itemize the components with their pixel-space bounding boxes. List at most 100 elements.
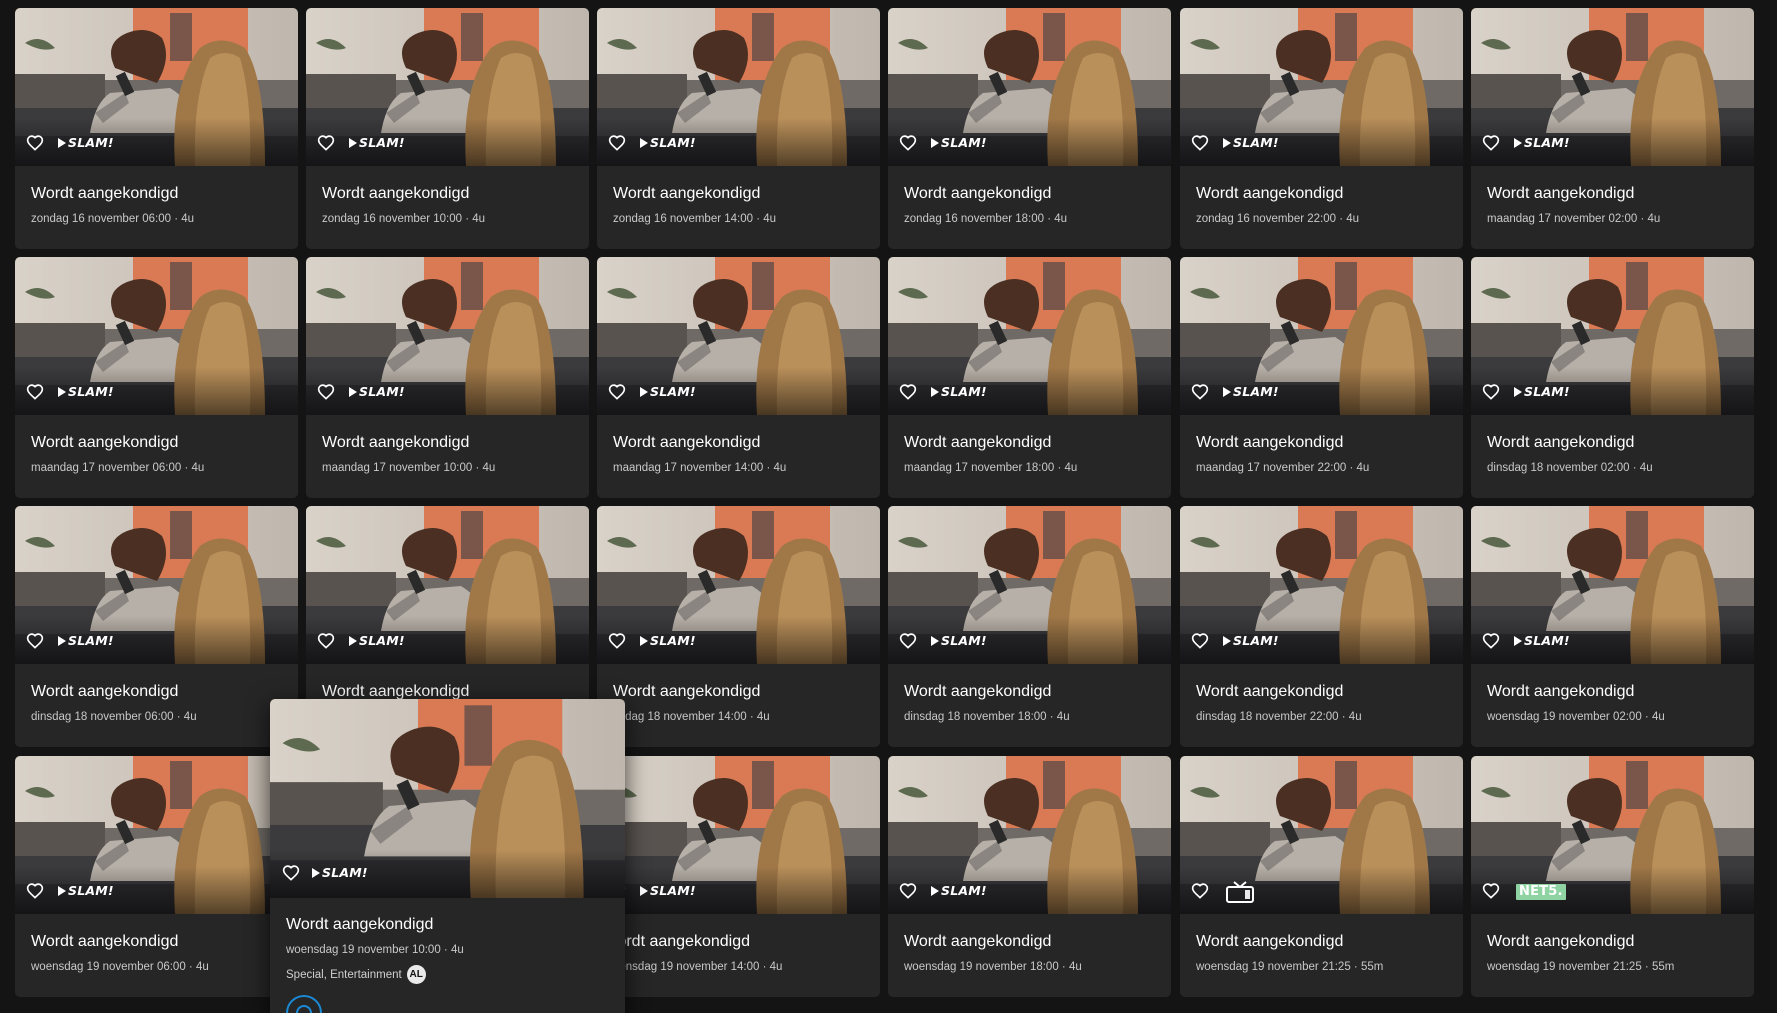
program-thumbnail: SLAM! — [15, 756, 298, 914]
channel-logo-slam: SLAM! — [1223, 384, 1279, 400]
program-datetime: woensdag 19 november 18:00 · 4u — [904, 961, 1082, 973]
program-title: Wordt aangekondigd — [904, 185, 1052, 202]
play-triangle-icon — [931, 886, 939, 896]
channel-logo-slam: SLAM! — [931, 135, 987, 151]
program-card[interactable]: Wordt aangekondigd woensdag 19 november … — [1180, 756, 1463, 997]
program-thumbnail: SLAM! — [597, 756, 880, 914]
program-thumbnail: SLAM! — [597, 257, 880, 415]
program-title: Wordt aangekondigd — [322, 434, 470, 451]
program-card[interactable]: SLAM! Wordt aangekondigd maandag 17 nove… — [597, 257, 880, 498]
program-card[interactable]: SLAM! Wordt aangekondigd dinsdag 18 nove… — [15, 506, 298, 747]
channel-logo-slam: SLAM! — [349, 135, 405, 151]
program-card[interactable]: SLAM! /ordt aangekondigd oensdag 19 nove… — [597, 756, 880, 997]
program-title: Wordt aangekondigd — [904, 933, 1052, 950]
program-datetime: zondag 16 november 10:00 · 4u — [322, 213, 486, 225]
program-card[interactable]: SLAM! Wordt aangekondigd maandag 17 nove… — [888, 257, 1171, 498]
play-triangle-icon — [1514, 387, 1522, 397]
program-thumbnail: SLAM! — [1180, 257, 1463, 415]
program-card[interactable]: SLAM! Wordt aangekondigd woensdag 19 nov… — [1471, 506, 1754, 747]
favorite-heart-icon[interactable] — [26, 882, 44, 899]
favorite-heart-icon[interactable] — [1482, 383, 1500, 400]
program-datetime: zondag 16 november 22:00 · 4u — [1196, 213, 1360, 225]
program-datetime: maandag 17 november 22:00 · 4u — [1196, 462, 1370, 474]
program-title: Wordt aangekondigd — [322, 185, 470, 202]
favorite-heart-icon[interactable] — [317, 134, 335, 151]
program-card[interactable]: SLAM! Wordt aangekondigd maandag 17 nove… — [306, 257, 589, 498]
favorite-heart-icon[interactable] — [899, 383, 917, 400]
favorite-heart-icon[interactable] — [1191, 632, 1209, 649]
program-title: Wordt aangekondigd — [904, 434, 1052, 451]
favorite-heart-icon[interactable] — [899, 882, 917, 899]
program-title: Wordt aangekondigd — [31, 434, 179, 451]
favorite-heart-icon[interactable] — [317, 383, 335, 400]
favorite-heart-icon[interactable] — [899, 134, 917, 151]
program-thumbnail: SLAM! — [888, 756, 1171, 914]
tv-channel-icon — [1225, 881, 1255, 903]
program-card-expanded[interactable]: SLAM! Wordt aangekondigd woensdag 19 nov… — [270, 699, 625, 1013]
program-thumbnail: SLAM! — [1471, 257, 1754, 415]
favorite-heart-icon[interactable] — [608, 632, 626, 649]
program-card[interactable]: SLAM! Wordt aangekondigd zondag 16 novem… — [15, 8, 298, 249]
favorite-heart-icon[interactable] — [317, 632, 335, 649]
favorite-heart-icon[interactable] — [1482, 134, 1500, 151]
favorite-heart-icon[interactable] — [26, 134, 44, 151]
favorite-heart-icon[interactable] — [282, 864, 300, 881]
favorite-heart-icon[interactable] — [1482, 632, 1500, 649]
play-triangle-icon — [349, 636, 357, 646]
program-card[interactable]: SLAM! Wordt aangekondigd maandag 17 nove… — [1471, 8, 1754, 249]
program-thumbnail: SLAM! — [15, 8, 298, 166]
program-card[interactable]: SLAM! Wordt aangekondigd woensdag 19 nov… — [15, 756, 298, 997]
favorite-heart-icon[interactable] — [26, 383, 44, 400]
program-card[interactable]: SLAM! Wordt aangekondigd maandag 17 nove… — [15, 257, 298, 498]
program-card[interactable]: SLAM! Wordt aangekondigd zondag 16 novem… — [306, 8, 589, 249]
program-datetime: zondag 16 november 14:00 · 4u — [613, 213, 777, 225]
program-datetime: maandag 17 november 06:00 · 4u — [31, 462, 205, 474]
program-thumbnail: SLAM! — [270, 699, 625, 898]
program-title: Wordt aangekondigd — [31, 683, 179, 700]
program-thumbnail: SLAM! — [306, 257, 589, 415]
program-card[interactable]: SLAM! Wordt aangekondigd dinsdag 18 nove… — [1180, 506, 1463, 747]
program-title: Wordt aangekondigd — [31, 185, 179, 202]
program-genres: Special, Entertainment AL — [286, 965, 426, 984]
program-datetime: maandag 17 november 14:00 · 4u — [613, 462, 787, 474]
play-triangle-icon — [931, 387, 939, 397]
play-triangle-icon — [58, 138, 66, 148]
favorite-heart-icon[interactable] — [1191, 134, 1209, 151]
channel-logo-slam: SLAM! — [1514, 633, 1570, 649]
favorite-heart-icon[interactable] — [899, 632, 917, 649]
play-triangle-icon — [931, 138, 939, 148]
play-triangle-icon — [312, 868, 320, 878]
play-button-icon[interactable] — [286, 995, 322, 1013]
channel-logo-slam: SLAM! — [1223, 633, 1279, 649]
program-card[interactable]: SLAM! Wordt aangekondigd zondag 16 novem… — [1180, 8, 1463, 249]
program-thumbnail: SLAM! — [1180, 8, 1463, 166]
program-card[interactable]: SLAM! Wordt aangekondigd nsdag 18 novemb… — [597, 506, 880, 747]
age-rating-badge: AL — [406, 965, 426, 984]
favorite-heart-icon[interactable] — [1191, 383, 1209, 400]
favorite-heart-icon[interactable] — [608, 383, 626, 400]
program-card[interactable]: SLAM! Wordt aangekondigd zondag 16 novem… — [888, 8, 1171, 249]
program-thumbnail: SLAM! — [306, 506, 589, 664]
program-card[interactable]: SLAM! Wordt aangekondigd dinsdag 18 nove… — [888, 506, 1171, 747]
program-card[interactable]: SLAM! Wordt aangekondigd woensdag 19 nov… — [888, 756, 1171, 997]
program-card[interactable]: NET5. Wordt aangekondigd woensdag 19 nov… — [1471, 756, 1754, 997]
program-card[interactable]: SLAM! Wordt aangekondigd zondag 16 novem… — [597, 8, 880, 249]
channel-logo-slam: SLAM! — [640, 135, 696, 151]
program-datetime: dinsdag 18 november 18:00 · 4u — [904, 711, 1070, 723]
favorite-heart-icon[interactable] — [26, 632, 44, 649]
play-triangle-icon — [640, 138, 648, 148]
favorite-heart-icon[interactable] — [1482, 882, 1500, 899]
play-triangle-icon — [1223, 636, 1231, 646]
play-triangle-icon — [640, 886, 648, 896]
favorite-heart-icon[interactable] — [1191, 882, 1209, 899]
favorite-heart-icon[interactable] — [608, 134, 626, 151]
channel-logo-slam: SLAM! — [1514, 384, 1570, 400]
program-datetime: dinsdag 18 november 06:00 · 4u — [31, 711, 197, 723]
program-card[interactable]: SLAM! Wordt aangekondigd maandag 17 nove… — [1180, 257, 1463, 498]
program-datetime: dinsdag 18 november 22:00 · 4u — [1196, 711, 1362, 723]
program-card[interactable]: SLAM! Wordt aangekondigd dinsdag 18 nove… — [1471, 257, 1754, 498]
program-datetime: woensdag 19 november 10:00 · 4u — [286, 944, 464, 956]
program-title: Wordt aangekondigd — [1487, 933, 1635, 950]
program-title: Wordt aangekondigd — [31, 933, 179, 950]
channel-logo-slam: SLAM! — [312, 865, 368, 881]
